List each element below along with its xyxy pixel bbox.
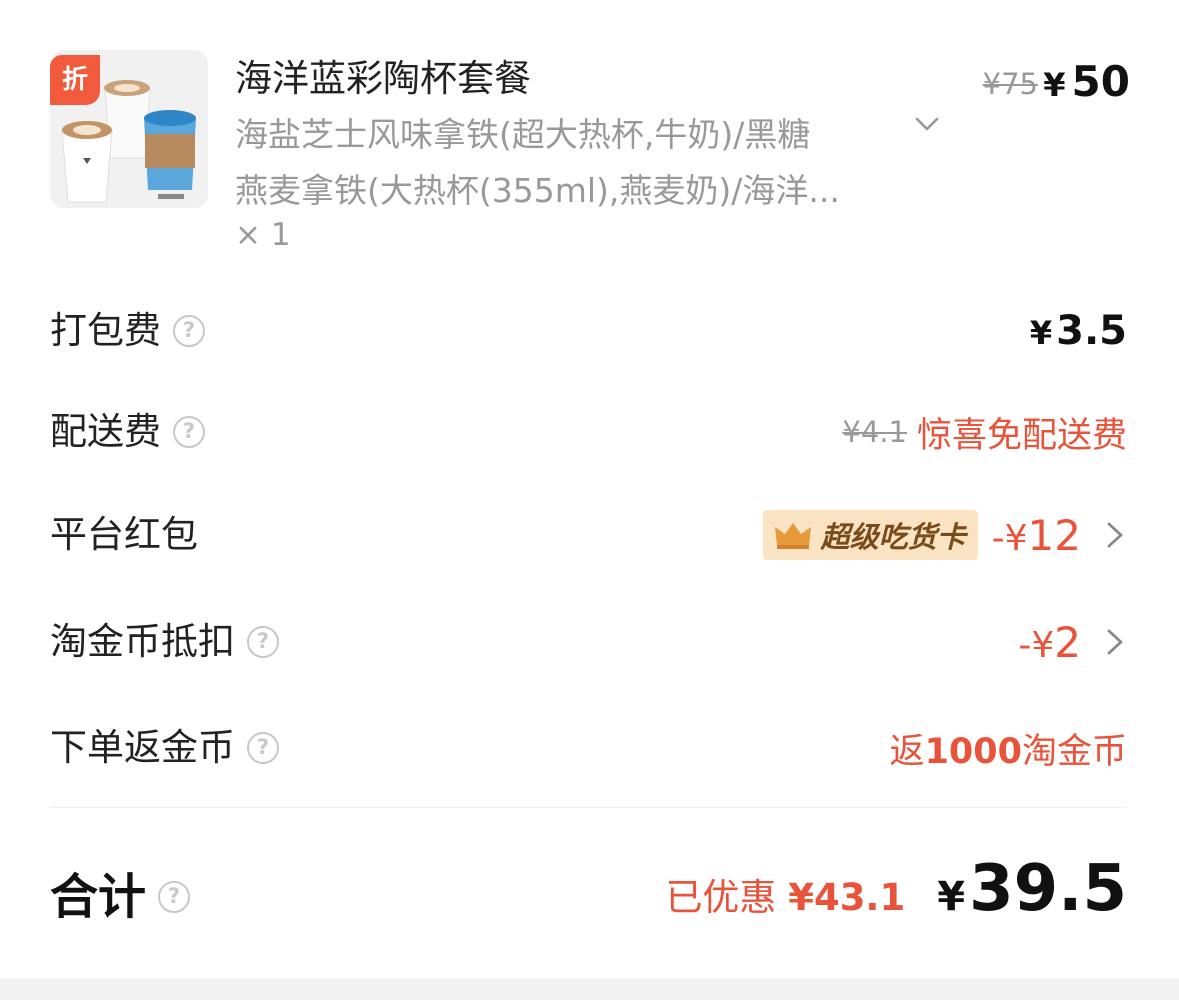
packing-fee-row: 打包费 ? ¥3.5 xyxy=(50,301,1127,361)
discount-tag: 折 xyxy=(50,55,100,105)
free-delivery-promo: 惊喜免配送费 xyxy=(916,415,1127,456)
delivery-fee-label-group: 配送费 ? xyxy=(50,402,205,462)
platform-redpacket-row[interactable]: 平台红包 超级吃货卡 -¥12 xyxy=(50,505,1127,565)
crown-icon xyxy=(774,523,811,549)
redpacket-discount: -¥12 xyxy=(992,511,1081,560)
original-price: ¥75 xyxy=(982,67,1038,101)
product-name: 海洋蓝彩陶杯套餐 xyxy=(235,57,531,100)
packing-fee-value-group: ¥3.5 xyxy=(1030,301,1127,361)
help-icon[interactable]: ? xyxy=(247,732,279,764)
coin-return-text: 返1000淘金币 xyxy=(890,723,1127,774)
divider xyxy=(50,807,1127,808)
help-icon[interactable]: ? xyxy=(173,416,205,448)
total-label: 合计 xyxy=(50,869,147,925)
total-price: ¥39.5 xyxy=(937,852,1127,926)
packing-fee-value: 3.5 xyxy=(1056,308,1127,354)
total-value-group: 已优惠 ¥43.1 ¥39.5 xyxy=(665,852,1127,926)
discount-sign: -¥ xyxy=(1018,624,1055,666)
platform-redpacket-value-group: 超级吃货卡 -¥12 xyxy=(762,505,1127,565)
delivery-fee-original: ¥4.1 xyxy=(842,415,907,449)
coin-deduction-value-group: -¥2 xyxy=(1018,612,1127,672)
redpacket-discount-value: 12 xyxy=(1027,510,1081,560)
saved-amount: ¥43.1 xyxy=(788,876,906,919)
super-foodie-card-text: 超级吃货卡 xyxy=(820,520,966,554)
discount-sign: -¥ xyxy=(991,517,1028,559)
product-quantity: × 1 xyxy=(235,217,291,253)
saved-prefix: 已优惠 xyxy=(665,876,777,919)
packing-fee-amount: ¥3.5 xyxy=(1030,308,1127,354)
product-image[interactable]: 折 xyxy=(50,50,208,208)
platform-redpacket-label: 平台红包 xyxy=(50,513,198,556)
delivery-fee-label: 配送费 xyxy=(50,410,161,453)
coin-deduction-amount: -¥2 xyxy=(1018,618,1081,667)
coin-return-prefix: 返 xyxy=(889,731,925,772)
total-label-group: 合计 ? xyxy=(50,862,191,932)
currency-symbol: ¥ xyxy=(937,874,966,920)
coin-return-label-group: 下单返金币 ? xyxy=(50,718,279,778)
footer-separator xyxy=(0,978,1179,1000)
coin-deduction-row[interactable]: 淘金币抵扣 ? -¥2 xyxy=(50,612,1127,672)
price-value: 50 xyxy=(1071,57,1130,106)
total-saved: 已优惠 ¥43.1 xyxy=(665,867,905,921)
chevron-down-icon[interactable] xyxy=(912,109,942,139)
product-description-line: 海盐芝士风味拿铁(超大热杯,牛奶)/黑糖 xyxy=(235,115,811,154)
coin-return-suffix: 淘金币 xyxy=(1021,731,1127,772)
delivery-fee-row: 配送费 ? ¥4.1 惊喜免配送费 xyxy=(50,402,1127,462)
chevron-right-icon[interactable] xyxy=(1103,625,1127,659)
product-description: 海盐芝士风味拿铁(超大热杯,牛奶)/黑糖 燕麦拿铁(大热杯(355ml),燕麦奶… xyxy=(235,107,915,219)
platform-redpacket-label-group: 平台红包 xyxy=(50,505,198,565)
chevron-right-icon[interactable] xyxy=(1103,518,1127,552)
order-item[interactable]: 折 海洋蓝彩陶杯套餐 海盐芝士风味拿铁(超大热杯,牛奶)/黑糖 燕麦拿铁(大热杯… xyxy=(50,45,1130,265)
coin-return-label: 下单返金币 xyxy=(50,726,235,769)
currency-symbol: ¥ xyxy=(1043,66,1066,104)
coin-deduction-label: 淘金币抵扣 xyxy=(50,620,235,663)
coin-deduction-label-group: 淘金币抵扣 ? xyxy=(50,612,279,672)
help-icon[interactable]: ? xyxy=(173,315,205,347)
help-icon[interactable]: ? xyxy=(158,881,191,913)
super-foodie-card-badge: 超级吃货卡 xyxy=(762,510,978,560)
coin-return-row: 下单返金币 ? 返1000淘金币 xyxy=(50,718,1127,778)
packing-fee-label: 打包费 xyxy=(50,309,161,352)
currency-symbol: ¥ xyxy=(1029,314,1053,352)
delivery-fee-value-group: ¥4.1 惊喜免配送费 xyxy=(842,402,1127,462)
coin-return-amount: 1000 xyxy=(924,731,1022,772)
product-description-line: 燕麦拿铁(大热杯(355ml),燕麦奶)/海洋... xyxy=(235,171,840,210)
coin-return-value-group: 返1000淘金币 xyxy=(890,718,1127,778)
help-icon[interactable]: ? xyxy=(247,626,279,658)
packing-fee-label-group: 打包费 ? xyxy=(50,301,205,361)
coin-deduction-value: 2 xyxy=(1054,617,1081,667)
total-amount: 39.5 xyxy=(969,852,1127,926)
product-price: ¥50 xyxy=(1043,57,1130,106)
